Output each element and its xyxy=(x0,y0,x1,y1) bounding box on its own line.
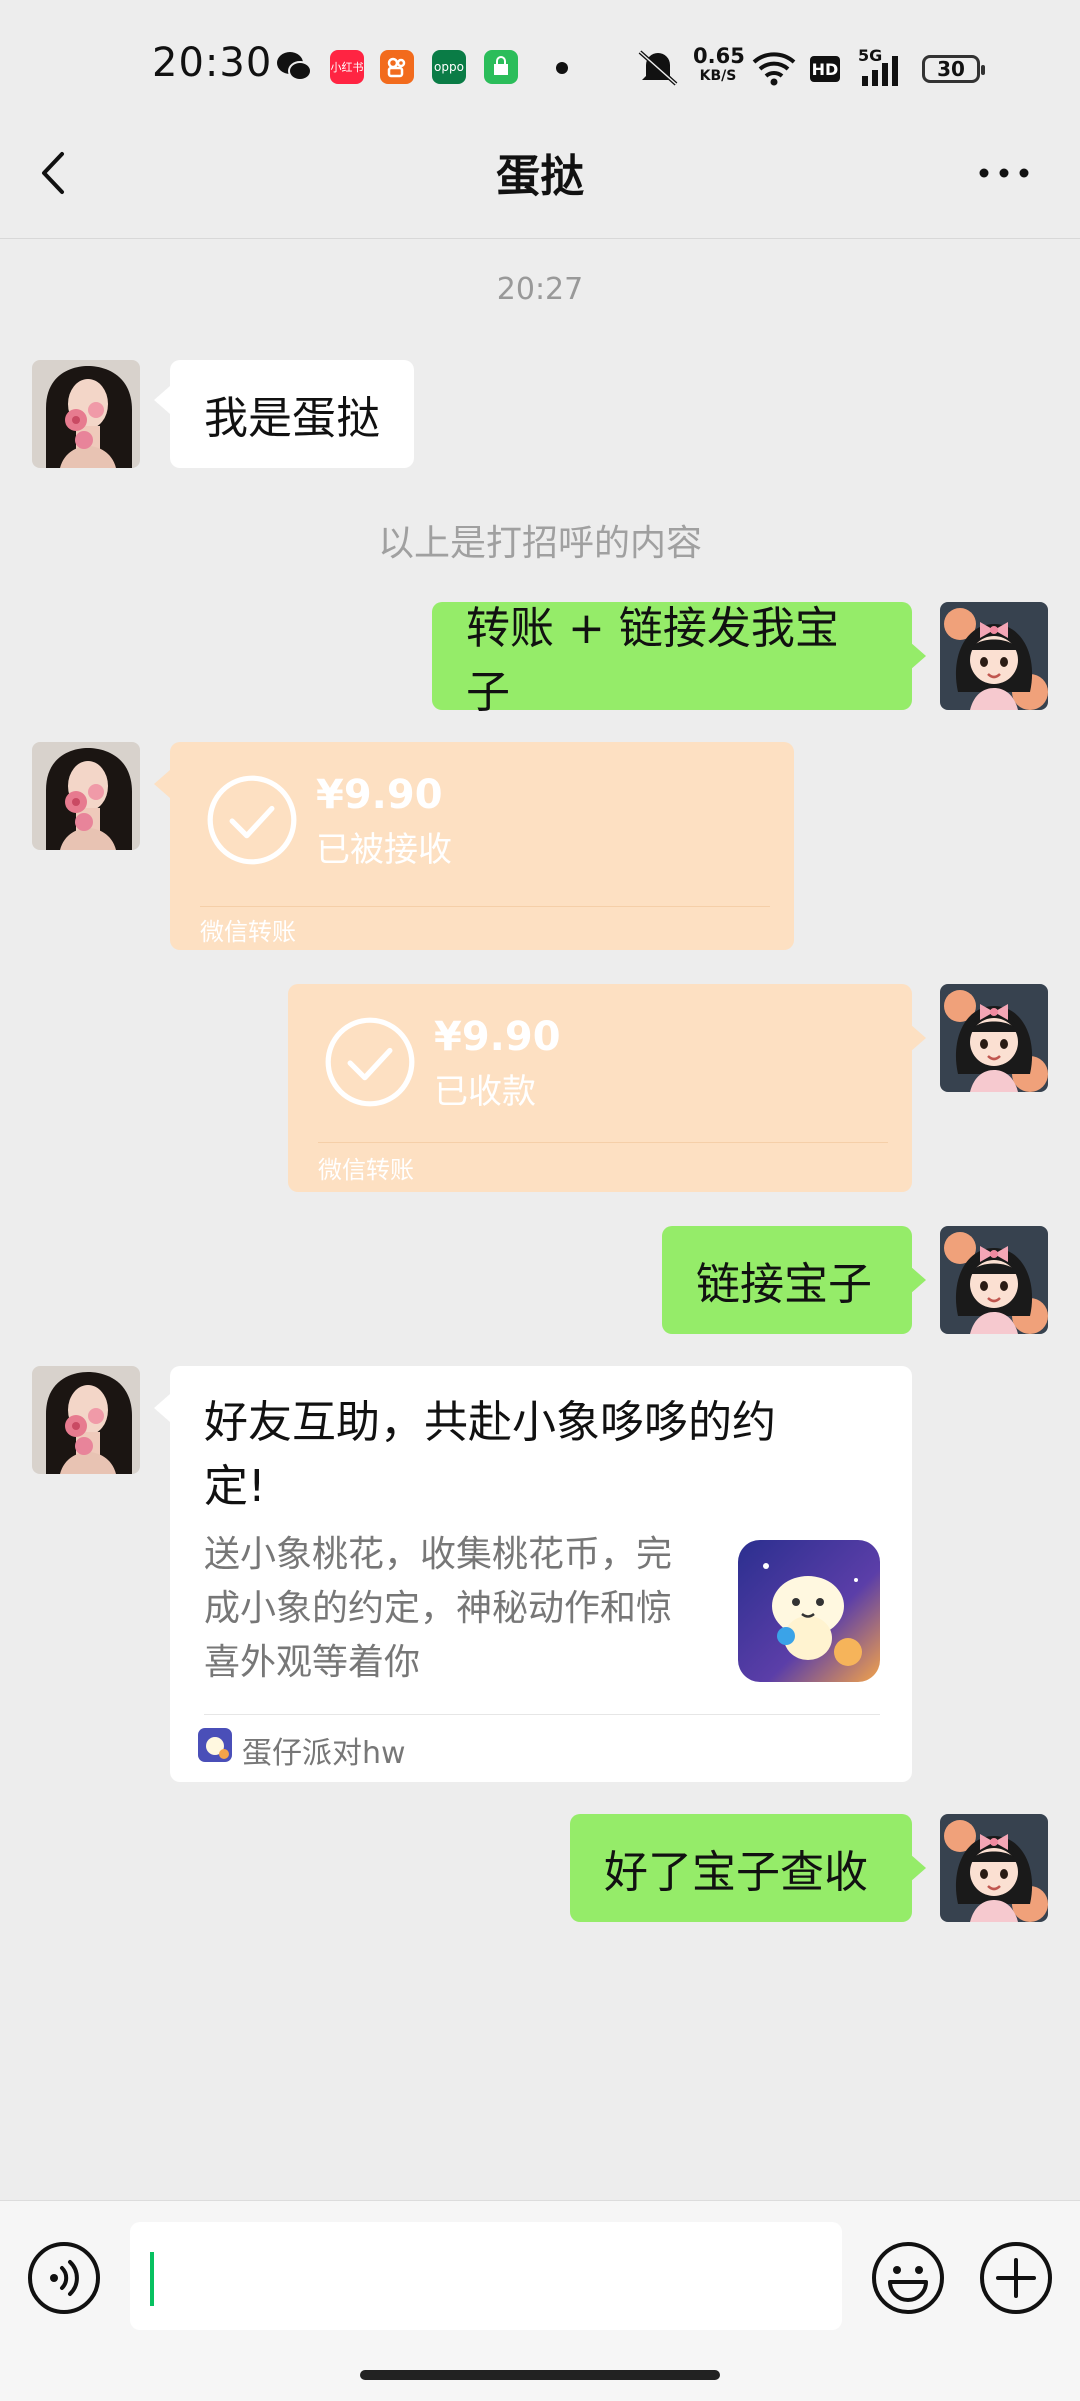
card-desc-line1: 送小象桃花，收集桃花币，完 xyxy=(204,1534,673,1575)
transfer-divider xyxy=(318,1142,888,1143)
my-avatar[interactable] xyxy=(940,1814,1048,1922)
app-icon xyxy=(198,1728,232,1762)
card-title-line1: 好友互助，共赴小象哆哆的约 xyxy=(204,1397,776,1448)
message-bubble-outgoing[interactable]: 好了宝子查收 xyxy=(570,1814,912,1922)
transfer-received[interactable]: ¥9.90 已被接收 微信转账 xyxy=(170,742,794,950)
wifi-icon xyxy=(752,52,796,86)
check-icon xyxy=(324,1016,416,1108)
transfer-status: 已收款 xyxy=(434,1072,536,1112)
status-time: 20:30 xyxy=(152,40,273,86)
notification-dot xyxy=(556,62,568,74)
message-text: 我是蛋挞 xyxy=(204,393,380,444)
message-bubble-incoming[interactable]: 我是蛋挞 xyxy=(170,360,414,468)
transfer-divider xyxy=(200,906,770,907)
card-title-line2: 定! xyxy=(204,1461,266,1512)
transfer-amount: ¥9.90 xyxy=(434,1014,561,1060)
mute-icon xyxy=(638,50,678,86)
contact-avatar[interactable] xyxy=(32,1366,140,1474)
transfer-sent[interactable]: ¥9.90 已收款 微信转账 xyxy=(288,984,912,1192)
speed-value: 0.65 xyxy=(693,44,745,68)
emoji-icon[interactable] xyxy=(870,2240,946,2316)
plus-icon[interactable] xyxy=(978,2240,1054,2316)
wechat-icon xyxy=(277,52,312,81)
card-source: 蛋仔派对hw xyxy=(242,1736,406,1771)
message-bubble-outgoing[interactable]: 链接宝子 xyxy=(662,1226,912,1334)
mini-program-card[interactable]: 好友互助，共赴小象哆哆的约 定! 送小象桃花，收集桃花币，完 成小象的约定，神秘… xyxy=(170,1366,912,1782)
bubble-tail xyxy=(154,386,170,414)
bubble-tail xyxy=(910,1266,926,1294)
xiaohongshu-icon: 小红书 xyxy=(330,50,364,84)
my-avatar[interactable] xyxy=(940,602,1048,710)
bubble-tail xyxy=(154,770,170,798)
transfer-amount: ¥9.90 xyxy=(316,772,443,818)
chat-title: 蛋挞 xyxy=(496,151,584,202)
speed-unit: KB/S xyxy=(699,68,737,84)
card-divider xyxy=(204,1714,880,1715)
home-indicator[interactable] xyxy=(360,2370,720,2380)
transfer-footer: 微信转账 xyxy=(318,1156,414,1184)
transfer-footer: 微信转账 xyxy=(200,918,296,946)
check-icon xyxy=(206,774,298,866)
message-text: 好了宝子查收 xyxy=(604,1847,868,1898)
system-note: 以上是打招呼的内容 xyxy=(377,523,702,564)
signal-icon xyxy=(862,56,898,86)
network-speed: 0.65 KB/S xyxy=(693,44,745,86)
message-input[interactable] xyxy=(130,2222,842,2330)
message-bubble-outgoing[interactable]: 转账 + 链接发我宝子 xyxy=(432,602,912,718)
contact-avatar[interactable] xyxy=(32,360,140,468)
message-text: 链接宝子 xyxy=(696,1259,872,1310)
oppo-icon: oppo xyxy=(432,50,466,84)
bubble-tail xyxy=(910,1854,926,1882)
battery-indicator: 30 xyxy=(922,55,985,83)
hd-badge: HD xyxy=(810,56,840,82)
text-cursor xyxy=(150,2252,154,2306)
my-avatar[interactable] xyxy=(940,1226,1048,1334)
my-avatar[interactable] xyxy=(940,984,1048,1092)
bubble-tail xyxy=(154,1394,170,1422)
card-desc-line3: 喜外观等着你 xyxy=(204,1642,421,1683)
shop-icon xyxy=(484,50,518,84)
voice-icon[interactable] xyxy=(26,2240,102,2316)
transfer-status: 已被接收 xyxy=(316,830,452,870)
game-thumbnail xyxy=(738,1540,880,1682)
card-desc-line2: 成小象的约定，神秘动作和惊 xyxy=(204,1588,673,1629)
contact-avatar[interactable] xyxy=(32,742,140,850)
message-timestamp: 20:27 xyxy=(496,272,584,307)
message-text: 转账 + 链接发我宝子 xyxy=(466,603,839,718)
more-icon[interactable] xyxy=(974,148,1034,198)
bubble-tail xyxy=(910,642,926,670)
bubble-tail xyxy=(910,1024,926,1052)
kuaishou-icon xyxy=(380,50,414,84)
